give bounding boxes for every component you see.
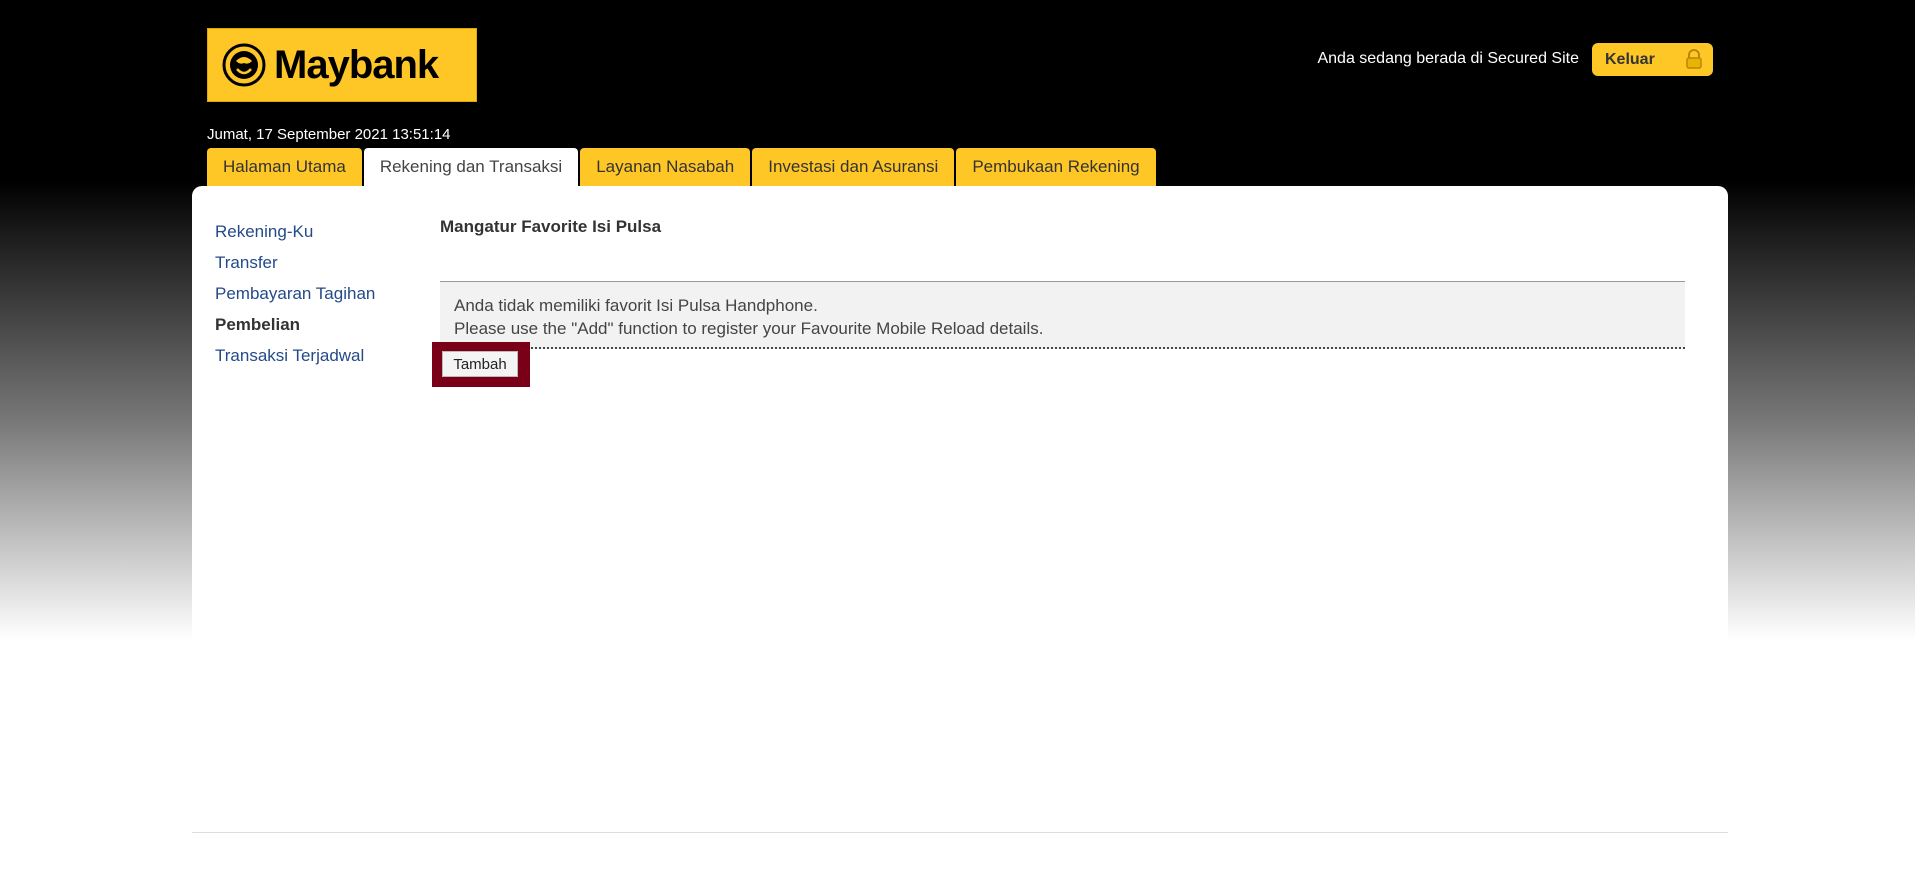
- page-title: Mangatur Favorite Isi Pulsa: [440, 217, 662, 236]
- tab-investasi-dan-asuransi[interactable]: Investasi dan Asuransi: [752, 148, 955, 186]
- add-button[interactable]: Tambah: [442, 351, 518, 377]
- logout-button[interactable]: Keluar: [1592, 43, 1713, 76]
- add-button-highlight: Tambah: [432, 342, 530, 387]
- main-tabs: Halaman Utama Rekening dan Transaksi Lay…: [207, 148, 1156, 186]
- sidebar-nav: Rekening-Ku Transfer Pembayaran Tagihan …: [215, 216, 375, 371]
- secured-site-text: Anda sedang berada di Secured Site: [1317, 50, 1579, 67]
- message-line-2: Please use the "Add" function to registe…: [454, 319, 1044, 338]
- message-line-1: Anda tidak memiliki favorit Isi Pulsa Ha…: [454, 296, 818, 315]
- tab-pembukaan-rekening[interactable]: Pembukaan Rekening: [956, 148, 1156, 186]
- sidebar-item-transaksi-terjadwal[interactable]: Transaksi Terjadwal: [215, 340, 375, 371]
- sidebar-item-pembayaran-tagihan[interactable]: Pembayaran Tagihan: [215, 278, 375, 309]
- sidebar-item-rekening-ku[interactable]: Rekening-Ku: [215, 216, 375, 247]
- tab-halaman-utama[interactable]: Halaman Utama: [207, 148, 362, 186]
- tiger-emblem-icon: [222, 43, 266, 87]
- empty-favorites-message: Anda tidak memiliki favorit Isi Pulsa Ha…: [440, 281, 1685, 349]
- tab-layanan-nasabah[interactable]: Layanan Nasabah: [580, 148, 751, 186]
- tab-rekening-dan-transaksi[interactable]: Rekening dan Transaksi: [363, 148, 579, 186]
- footer-divider: [192, 832, 1728, 833]
- sidebar-item-pembelian[interactable]: Pembelian: [215, 309, 375, 340]
- lock-icon: [1686, 49, 1702, 69]
- logo-text: Maybank: [274, 42, 439, 87]
- logout-label: Keluar: [1605, 50, 1655, 68]
- sidebar-item-transfer[interactable]: Transfer: [215, 247, 375, 278]
- maybank-logo: Maybank: [207, 28, 477, 102]
- current-datetime: Jumat, 17 September 2021 13:51:14: [207, 126, 451, 143]
